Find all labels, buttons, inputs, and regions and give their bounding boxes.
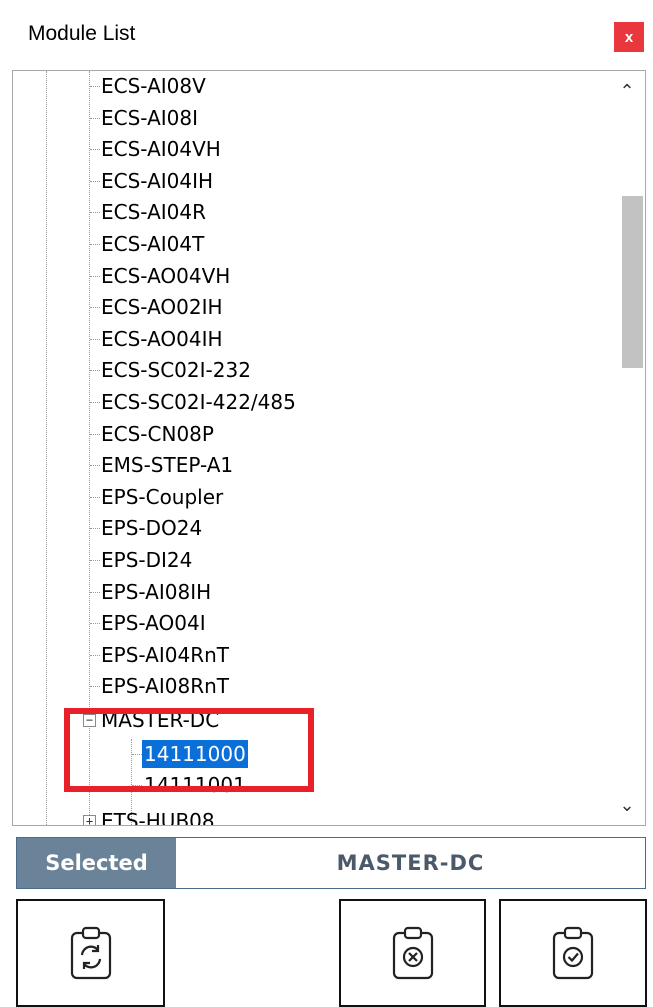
cancel-button[interactable]	[339, 899, 486, 1007]
tree-item[interactable]: ECS-SC02I-422/485	[13, 386, 609, 418]
tree-item-label: ECS-AI08V	[101, 74, 206, 98]
chevron-up-icon: ⌃	[619, 80, 635, 101]
tree-item-ets-hub08[interactable]: + ETS-HUB08	[13, 805, 609, 825]
tree-item-label: EPS-AO04I	[101, 611, 206, 636]
clipboard-refresh-icon	[70, 926, 111, 980]
tree-item[interactable]: ECS-AI04IH	[13, 165, 609, 197]
tree-item[interactable]: ECS-AO04VH	[13, 260, 609, 292]
tree-item-label: ECS-AI04VH	[101, 137, 221, 162]
chevron-down-icon: ⌄	[619, 794, 635, 815]
close-button[interactable]: x	[614, 22, 644, 52]
tree-item-label: EPS-DO24	[101, 516, 203, 541]
tree-item-label: ECS-CN08P	[101, 421, 214, 446]
tree-scrollbar[interactable]: ⌃ ⌄	[609, 71, 645, 825]
expand-icon[interactable]: +	[83, 814, 96, 825]
tree-item[interactable]: ECS-AI04R	[13, 196, 609, 228]
tree-item[interactable]: ECS-SC02I-232	[13, 354, 609, 386]
scroll-up-button[interactable]: ⌃	[609, 73, 645, 109]
tree-viewport: ECS-AI08V ECS-AI08I ECS-AI04VH ECS-AI04IH EC…	[13, 71, 609, 825]
tree-item-label: ECS-AI04T	[101, 232, 205, 256]
title-bar: Module List x	[0, 0, 653, 70]
tree-item[interactable]: ECS-AI08I	[13, 102, 609, 134]
tree-item-label: ECS-AI04R	[101, 200, 206, 225]
selected-label: Selected	[17, 838, 176, 888]
tree-child-item[interactable]: 14111001	[13, 769, 609, 801]
tree-item-label: ECS-AO02IH	[101, 295, 223, 320]
tree-item[interactable]: EMS-STEP-A1	[13, 449, 609, 481]
scroll-down-button[interactable]: ⌄	[609, 787, 645, 823]
tree-item-label: ETS-HUB08	[101, 808, 215, 825]
tree-item[interactable]: ECS-AI04VH	[13, 133, 609, 165]
tree-item-label: EPS-Coupler	[101, 484, 224, 509]
refresh-button[interactable]	[16, 899, 165, 1007]
tree-item[interactable]: EPS-DO24	[13, 512, 609, 544]
window-title: Module List	[28, 22, 136, 45]
tree-item[interactable]: EPS-AI04RnT	[13, 639, 609, 671]
clipboard-cancel-icon	[392, 926, 433, 980]
tree-item-label: EPS-AI04RnT	[101, 642, 229, 667]
tree-item-label: 14111000	[142, 739, 248, 768]
tree-child-item[interactable]: 14111000	[13, 738, 609, 770]
tree-item-label: EPS-DI24	[101, 548, 193, 572]
tree-connector	[132, 785, 142, 787]
clipboard-confirm-icon	[552, 926, 594, 980]
tree-item-label: ECS-AI08I	[101, 105, 199, 130]
tree-item[interactable]: EPS-AO04I	[13, 607, 609, 639]
tree-item-label: ECS-SC02I-422/485	[101, 390, 296, 414]
tree-item-label: EMS-STEP-A1	[101, 453, 234, 478]
selected-bar: Selected MASTER-DC	[16, 837, 646, 889]
close-icon: x	[624, 28, 634, 46]
tree-item[interactable]: ECS-AO04IH	[13, 323, 609, 355]
confirm-button[interactable]	[499, 899, 647, 1007]
tree-item-label: ECS-SC02I-232	[101, 358, 251, 383]
tree-item-label: EPS-AI08RnT	[101, 674, 229, 699]
tree-item[interactable]: ECS-CN08P	[13, 418, 609, 450]
tree-item-label: EPS-AI08IH	[101, 579, 212, 604]
tree-item[interactable]: ECS-AI08V	[13, 71, 609, 102]
tree-item-label: ECS-AO04IH	[101, 326, 223, 351]
tree-item-label: MASTER-DC	[101, 708, 220, 732]
tree-item[interactable]: EPS-AI08IH	[13, 576, 609, 608]
tree-item-label: ECS-AI04IH	[101, 168, 214, 193]
collapse-icon[interactable]: −	[83, 714, 96, 727]
tree-item-master-dc[interactable]: − MASTER-DC	[13, 704, 609, 736]
tree-item-label: ECS-AO04VH	[101, 263, 231, 288]
module-tree: ECS-AI08V ECS-AI08I ECS-AI04VH ECS-AI04IH EC…	[12, 70, 646, 826]
tree-item[interactable]: EPS-Coupler	[13, 481, 609, 513]
tree-item[interactable]: ECS-AI04T	[13, 228, 609, 260]
tree-connector	[132, 753, 142, 755]
tree-item-label: 14111001	[144, 773, 246, 798]
module-list-window: Module List x ECS-AI08V ECS-AI08I ECS-AI04…	[0, 0, 653, 1007]
tree-item[interactable]: EPS-DI24	[13, 544, 609, 576]
tree-item[interactable]: EPS-AI08RnT	[13, 670, 609, 702]
scroll-thumb[interactable]	[622, 196, 643, 368]
tree-item[interactable]: ECS-AO02IH	[13, 291, 609, 323]
selected-value: MASTER-DC	[336, 851, 485, 875]
